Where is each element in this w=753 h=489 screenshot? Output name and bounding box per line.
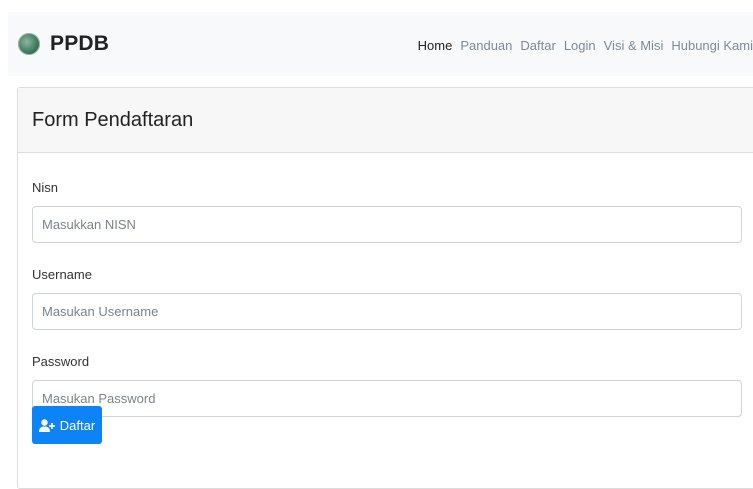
nisn-label: Nisn [32, 180, 59, 195]
brand[interactable]: PPDB [18, 32, 109, 56]
password-input[interactable] [32, 380, 742, 417]
user-plus-icon [38, 418, 55, 432]
username-input[interactable] [32, 293, 742, 330]
daftar-button[interactable]: Daftar [32, 406, 102, 444]
daftar-button-label: Daftar [59, 417, 96, 433]
nav-link-login[interactable]: Login [564, 38, 596, 53]
school-emblem-icon [18, 33, 40, 55]
navbar: PPDB Home Panduan Daftar Login Visi & Mi… [8, 12, 753, 76]
nav-link-home[interactable]: Home [418, 38, 453, 53]
brand-name: PPDB [50, 32, 110, 55]
card-header: Form Pendaftaran [18, 88, 753, 153]
form-title: Form Pendaftaran [32, 108, 194, 131]
username-label: Username [32, 267, 92, 282]
nav-link-visi-misi[interactable]: Visi & Misi [604, 38, 664, 53]
nisn-input[interactable] [32, 206, 742, 243]
nav-link-daftar[interactable]: Daftar [520, 38, 555, 53]
registration-card: Form Pendaftaran Nisn Username Password … [17, 87, 753, 489]
nav-link-panduan[interactable]: Panduan [460, 38, 512, 53]
nav-link-hubungi-kami[interactable]: Hubungi Kami [671, 38, 753, 53]
password-label: Password [32, 354, 90, 369]
nav-links: Home Panduan Daftar Login Visi & Misi Hu… [410, 38, 753, 53]
